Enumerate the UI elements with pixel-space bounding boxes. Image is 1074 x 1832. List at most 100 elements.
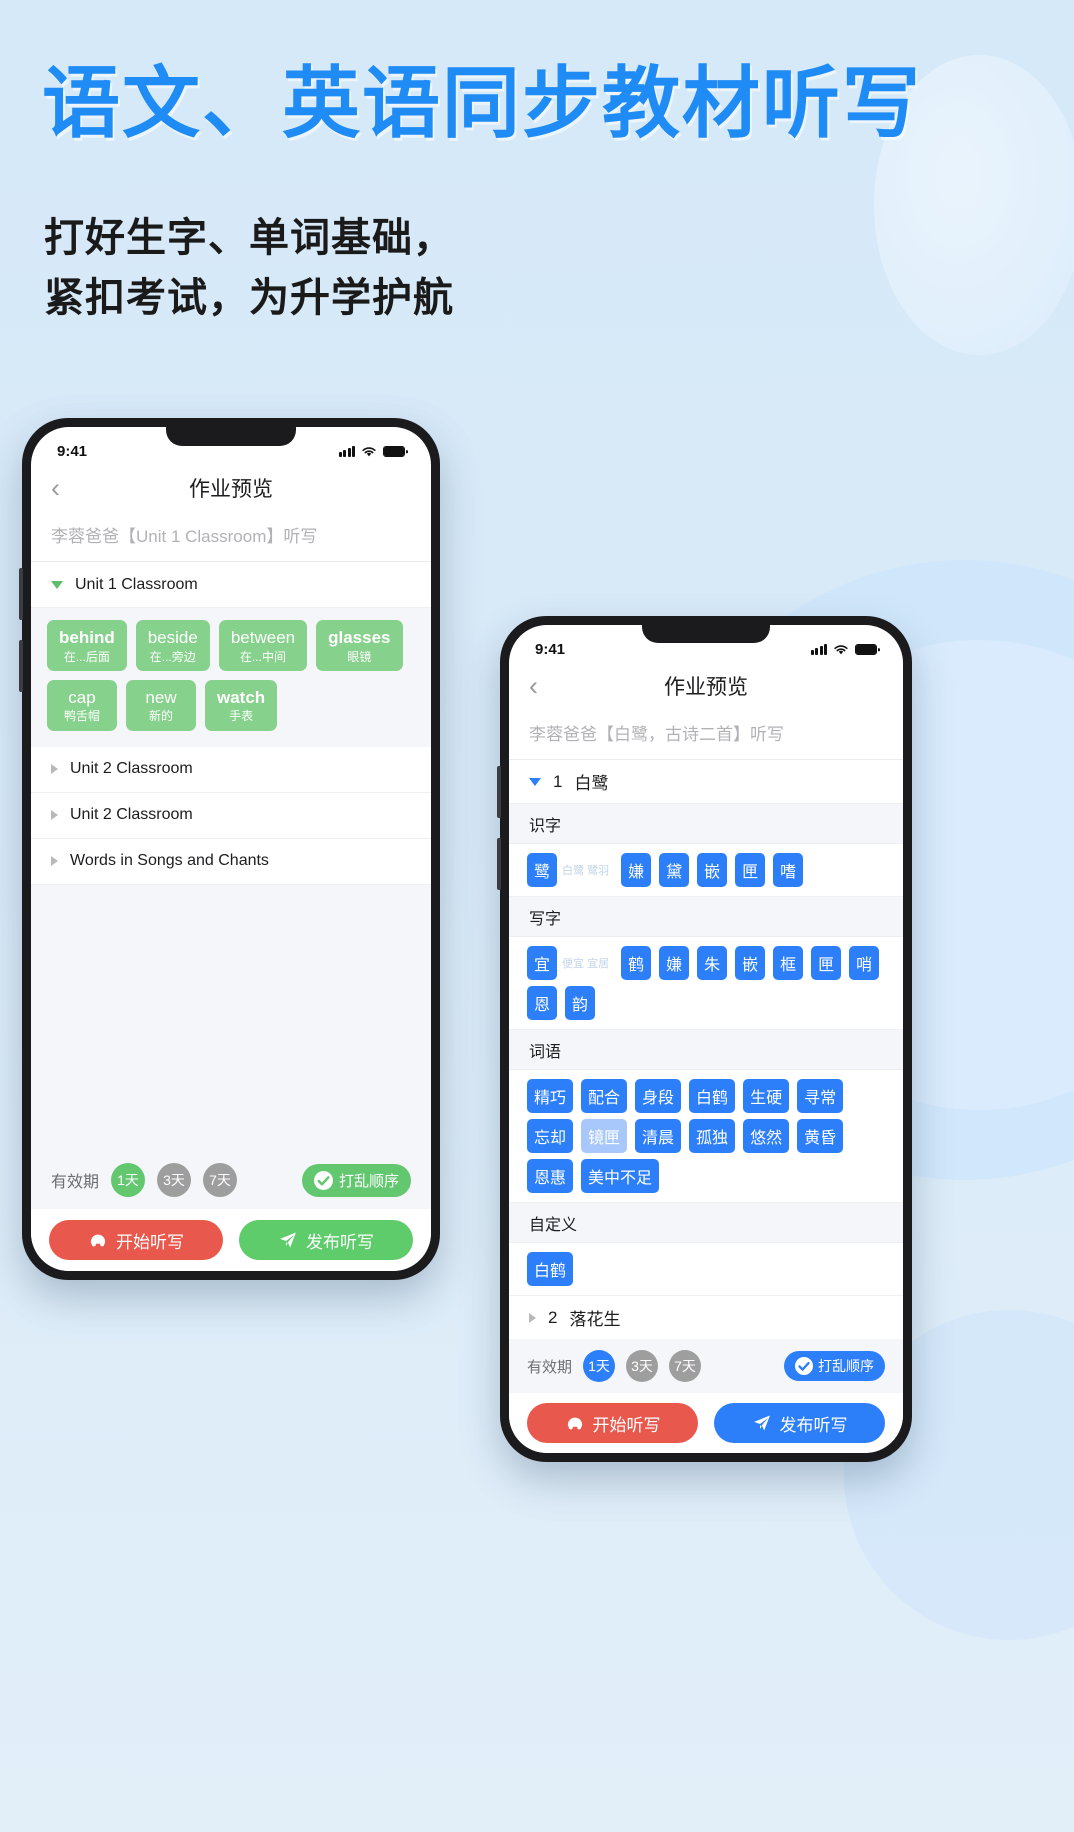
word-chip[interactable]: 身段 — [635, 1079, 682, 1113]
character-chip[interactable]: 宜 — [527, 946, 558, 980]
subheadline-line-2: 紧扣考试，为升学护航 — [44, 275, 454, 321]
character-chip-row: 鹭 白鹭 鹭羽 嫌 黛 嵌 匣 嗜 — [509, 844, 903, 897]
shuffle-label: 打乱顺序 — [338, 1172, 399, 1190]
phone-notch — [166, 427, 296, 446]
word-chip-selected[interactable]: 镜匣 — [581, 1119, 628, 1153]
chevron-down-icon — [51, 580, 63, 589]
character-chip[interactable]: 哨 — [849, 946, 880, 980]
word-chip[interactable]: 美中不足 — [581, 1159, 660, 1193]
word-chip[interactable]: 黄昏 — [797, 1119, 844, 1153]
chevron-right-icon — [51, 764, 58, 775]
validity-option-3day[interactable]: 3天 — [157, 1163, 192, 1197]
validity-option-7day[interactable]: 7天 — [669, 1350, 702, 1382]
cellular-signal-icon — [338, 446, 355, 457]
action-bar: 开始听写 发布听写 — [31, 1209, 431, 1271]
word-en: beside — [147, 628, 198, 647]
word-chip[interactable]: glasses 眼镜 — [316, 620, 403, 671]
headphones-icon — [567, 1417, 582, 1430]
character-chip[interactable]: 框 — [773, 946, 804, 980]
validity-label: 有效期 — [51, 1174, 100, 1191]
cellular-signal-icon — [810, 644, 827, 655]
chevron-right-icon — [51, 810, 58, 821]
word-chip[interactable]: 孤独 — [689, 1119, 736, 1153]
section-header: 写字 — [509, 897, 903, 937]
word-chip[interactable]: 白鹤 — [689, 1079, 736, 1113]
character-chip[interactable]: 匣 — [735, 853, 766, 887]
unit-row-collapsed[interactable]: Unit 2 Classroom — [31, 746, 431, 793]
poster-headline: 语文、英语同步教材听写 — [42, 59, 923, 149]
lesson-row-expanded[interactable]: 1 白鹭 — [509, 760, 903, 804]
word-chip[interactable]: 悠然 — [743, 1119, 790, 1153]
poster-canvas: 语文、英语同步教材听写 打好生字、单词基础， 紧扣考试，为升学护航 9:41 ‹… — [0, 0, 1074, 1832]
word-chip[interactable]: 配合 — [581, 1079, 628, 1113]
word-chip[interactable]: behind 在...后面 — [47, 620, 127, 671]
phone-notch — [642, 625, 770, 643]
unit-row-collapsed[interactable]: Words in Songs and Chants — [31, 838, 431, 885]
word-cn: 新的 — [148, 709, 173, 724]
paper-plane-icon — [280, 1232, 296, 1248]
word-en: behind — [59, 628, 115, 647]
custom-chip-row: 白鹤 — [509, 1243, 903, 1296]
word-chip[interactable]: cap 鸭舌帽 — [47, 679, 117, 731]
headphones-icon — [90, 1234, 106, 1247]
word-chip[interactable]: 精巧 — [527, 1079, 574, 1113]
validity-option-1day[interactable]: 1天 — [583, 1350, 616, 1382]
word-chip[interactable]: watch 手表 — [205, 679, 278, 731]
validity-bar: 有效期 1天 3天 7天 打乱顺序 — [31, 1151, 431, 1209]
shuffle-order-toggle[interactable]: 打乱顺序 — [301, 1163, 411, 1197]
character-chip[interactable]: 嵌 — [735, 946, 766, 980]
validity-option-3day[interactable]: 3天 — [626, 1350, 659, 1382]
validity-bar: 有效期 1天 3天 7天 打乱顺序 — [509, 1339, 903, 1393]
page-title: 作业预览 — [664, 676, 748, 699]
shuffle-order-toggle[interactable]: 打乱顺序 — [784, 1351, 885, 1381]
word-cn: 在...后面 — [63, 649, 110, 664]
section-header: 词语 — [509, 1030, 903, 1070]
status-time: 9:41 — [57, 443, 88, 460]
nav-bar: ‹ 作业预览 — [509, 662, 903, 710]
start-dictation-button[interactable]: 开始听写 — [527, 1403, 698, 1443]
word-cn: 在...旁边 — [149, 649, 196, 664]
validity-option-1day[interactable]: 1天 — [111, 1163, 146, 1197]
battery-icon — [383, 446, 405, 457]
lesson-title: 白鹭 — [574, 774, 609, 793]
character-chip[interactable]: 恩 — [527, 986, 558, 1020]
word-chip[interactable]: new 新的 — [126, 679, 196, 731]
character-chip[interactable]: 韵 — [565, 986, 596, 1020]
character-chip[interactable]: 鹭 — [527, 853, 558, 887]
word-chip[interactable]: 生硬 — [743, 1079, 790, 1113]
word-chip[interactable]: beside 在...旁边 — [135, 620, 210, 671]
paper-plane-icon — [753, 1415, 770, 1431]
chevron-down-icon — [529, 777, 541, 786]
publish-dictation-button[interactable]: 发布听写 — [714, 1403, 885, 1443]
status-time: 9:41 — [535, 641, 566, 658]
shuffle-label: 打乱顺序 — [818, 1358, 874, 1374]
word-cn: 鸭舌帽 — [63, 709, 100, 724]
start-dictation-button[interactable]: 开始听写 — [49, 1220, 223, 1260]
screen-english: 9:41 ‹ 作业预览 李蓉爸爸【Unit 1 Classroom】听写 Uni… — [31, 427, 431, 1271]
section-header: 识字 — [509, 804, 903, 844]
unit-row-expanded[interactable]: Unit 1 Classroom — [31, 562, 431, 608]
word-chip[interactable]: 清晨 — [635, 1119, 682, 1153]
word-chip[interactable]: 寻常 — [797, 1079, 844, 1113]
publish-dictation-button[interactable]: 发布听写 — [239, 1220, 413, 1260]
unit-label: Words in Songs and Chants — [70, 852, 269, 870]
unit-row-collapsed[interactable]: Unit 2 Classroom — [31, 792, 431, 839]
character-chip[interactable]: 嫌 — [659, 946, 690, 980]
word-chip[interactable]: 白鹤 — [527, 1252, 574, 1286]
character-chip[interactable]: 嗜 — [773, 853, 804, 887]
word-chip[interactable]: between 在...中间 — [218, 620, 308, 671]
word-chip[interactable]: 忘却 — [527, 1119, 574, 1153]
character-chip[interactable]: 嵌 — [697, 853, 728, 887]
homework-subtitle: 李蓉爸爸【白鹭，古诗二首】听写 — [509, 710, 903, 760]
validity-option-7day[interactable]: 7天 — [203, 1163, 238, 1197]
chevron-right-icon — [51, 856, 58, 867]
character-chip[interactable]: 黛 — [659, 853, 690, 887]
character-chip[interactable]: 匣 — [811, 946, 842, 980]
check-circle-icon — [313, 1170, 333, 1190]
character-chip[interactable]: 朱 — [697, 946, 728, 980]
word-chip[interactable]: 恩惠 — [527, 1159, 574, 1193]
lesson-row-collapsed[interactable]: 2 落花生 — [509, 1296, 903, 1339]
character-chip[interactable]: 嫌 — [621, 853, 652, 887]
character-chip[interactable]: 鹤 — [621, 946, 652, 980]
status-icons — [810, 644, 877, 656]
